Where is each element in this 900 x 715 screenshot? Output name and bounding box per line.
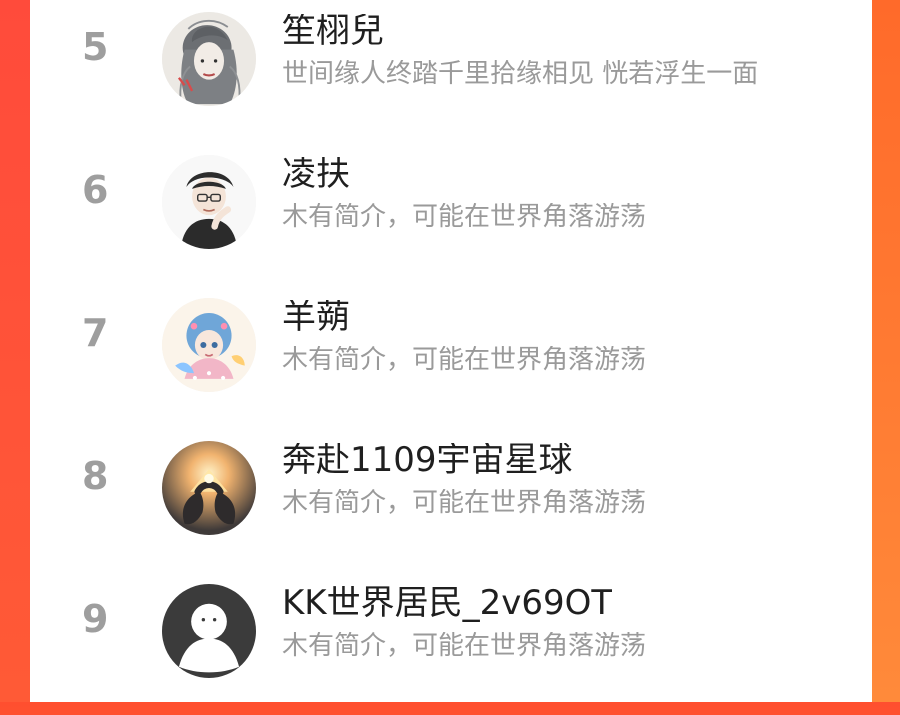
avatar[interactable] [162, 155, 256, 249]
avatar[interactable] [162, 12, 256, 106]
user-bio: 木有简介，可能在世界角落游荡 [282, 632, 647, 661]
user-name[interactable]: KK世界居民_2v69OT [282, 586, 612, 622]
ranking-row-8[interactable]: 8 奔赴1109宇宙星球 木有简介，可能在世界角落游荡 [30, 429, 872, 572]
ranking-row-5[interactable]: 5 笙栩兒 世间缘人终踏千里拾缘相见 恍若浮生一面 [30, 0, 872, 143]
ranking-row-6[interactable]: 6 凌扶 木有简介，可能在世界角落游荡 [30, 143, 872, 286]
rank-number: 6 [82, 168, 109, 212]
user-bio: 世间缘人终踏千里拾缘相见 恍若浮生一面 [282, 60, 759, 89]
heart-hands-light-avatar-icon [162, 441, 256, 535]
user-name[interactable]: 笙栩兒 [282, 14, 384, 50]
user-name[interactable]: 凌扶 [282, 157, 350, 193]
user-name[interactable]: 羊蒴 [282, 300, 350, 336]
ranking-row-9[interactable]: 9 KK世界居民_2v69OT 木有简介，可能在世界角落游荡 [30, 572, 872, 715]
female-ink-portrait-avatar-icon [162, 12, 256, 106]
boy-with-glasses-avatar-icon [162, 155, 256, 249]
default-user-avatar-icon [162, 584, 256, 678]
avatar[interactable] [162, 298, 256, 392]
avatar[interactable] [162, 584, 256, 678]
user-bio: 木有简介，可能在世界角落游荡 [282, 489, 647, 518]
user-bio: 木有简介，可能在世界角落游荡 [282, 346, 647, 375]
user-bio: 木有简介，可能在世界角落游荡 [282, 203, 647, 232]
user-name[interactable]: 奔赴1109宇宙星球 [282, 443, 573, 479]
ranking-list: 5 笙栩兒 世间缘人终踏千里拾缘相见 恍若浮生一面 6 凌扶 木有简介，可能在世… [30, 0, 872, 702]
rank-number: 7 [82, 311, 109, 355]
rank-number: 9 [82, 597, 109, 641]
left-orange-border [0, 0, 30, 702]
ranking-row-7[interactable]: 7 羊蒴 木有简介，可能在世界角落游荡 [30, 286, 872, 429]
rank-number: 8 [82, 454, 109, 498]
right-orange-border [872, 0, 900, 702]
rank-number: 5 [82, 25, 109, 69]
anime-girl-avatar-icon [162, 298, 256, 392]
ranking-panel: 5 笙栩兒 世间缘人终踏千里拾缘相见 恍若浮生一面 6 凌扶 木有简介，可能在世… [30, 0, 872, 702]
avatar[interactable] [162, 441, 256, 535]
